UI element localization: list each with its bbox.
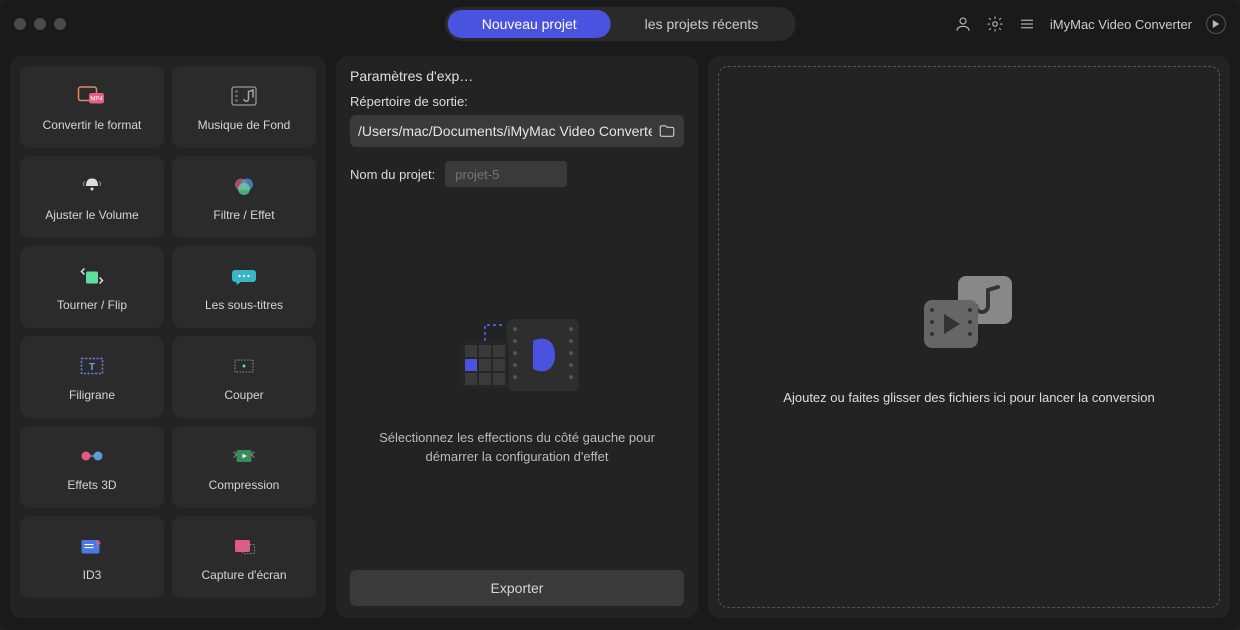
watermark-icon: T bbox=[74, 352, 110, 380]
tile-adjust-volume[interactable]: Ajuster le Volume bbox=[20, 156, 164, 238]
tile-convert-format[interactable]: MP4 Convertir le format bbox=[20, 66, 164, 148]
tile-compression[interactable]: Compression bbox=[172, 426, 316, 508]
window-controls bbox=[14, 18, 66, 30]
tile-label: Compression bbox=[209, 478, 280, 492]
menu-icon[interactable] bbox=[1018, 15, 1036, 33]
top-tabs: Nouveau projet les projets récents bbox=[445, 7, 796, 41]
compression-icon bbox=[226, 442, 262, 470]
preview-illustration-icon bbox=[437, 301, 597, 411]
export-button[interactable]: Exporter bbox=[350, 570, 684, 606]
preview-text: Sélectionnez les effections du côté gauc… bbox=[377, 429, 657, 465]
minimize-window-icon[interactable] bbox=[34, 18, 46, 30]
tile-label: ID3 bbox=[83, 568, 102, 582]
app-window: Nouveau projet les projets récents iMyMa… bbox=[0, 0, 1240, 630]
tile-label: Effets 3D bbox=[67, 478, 116, 492]
output-dir-value: /Users/mac/Documents/iMyMac Video Conver… bbox=[358, 123, 652, 139]
music-icon bbox=[226, 82, 262, 110]
tile-filter-effect[interactable]: Filtre / Effet bbox=[172, 156, 316, 238]
rotate-icon bbox=[74, 262, 110, 290]
file-dropzone[interactable]: Ajoutez ou faites glisser des fichiers i… bbox=[708, 56, 1230, 618]
tile-label: Capture d'écran bbox=[201, 568, 286, 582]
tile-id3[interactable]: ID3 bbox=[20, 516, 164, 598]
tile-background-music[interactable]: Musique de Fond bbox=[172, 66, 316, 148]
tab-recent-projects[interactable]: les projets récents bbox=[611, 10, 793, 38]
svg-text:MP4: MP4 bbox=[90, 97, 103, 103]
glasses-3d-icon bbox=[74, 442, 110, 470]
tile-cut[interactable]: Couper bbox=[172, 336, 316, 418]
subtitles-icon bbox=[226, 262, 262, 290]
play-icon[interactable] bbox=[1206, 14, 1226, 34]
effects-grid: MP4 Convertir le format Musique de Fond … bbox=[20, 66, 316, 598]
tile-label: Filtre / Effet bbox=[213, 208, 274, 222]
zoom-window-icon[interactable] bbox=[54, 18, 66, 30]
main-content: MP4 Convertir le format Musique de Fond … bbox=[0, 48, 1240, 630]
tile-rotate-flip[interactable]: Tourner / Flip bbox=[20, 246, 164, 328]
gear-icon[interactable] bbox=[986, 15, 1004, 33]
tile-label: Couper bbox=[224, 388, 263, 402]
account-icon[interactable] bbox=[954, 15, 972, 33]
effects-sidebar: MP4 Convertir le format Musique de Fond … bbox=[10, 56, 326, 618]
svg-text:T: T bbox=[89, 361, 96, 373]
project-name-input[interactable] bbox=[445, 161, 567, 187]
volume-bell-icon bbox=[74, 172, 110, 200]
tile-label: Ajuster le Volume bbox=[45, 208, 138, 222]
tile-subtitles[interactable]: Les sous-titres bbox=[172, 246, 316, 328]
filter-icon bbox=[226, 172, 262, 200]
dropzone-text: Ajoutez ou faites glisser des fichiers i… bbox=[783, 390, 1154, 405]
close-window-icon[interactable] bbox=[14, 18, 26, 30]
export-settings-panel: Paramètres d'exp… Répertoire de sortie: … bbox=[336, 56, 698, 618]
folder-open-icon[interactable] bbox=[658, 122, 676, 140]
tile-watermark[interactable]: T Filigrane bbox=[20, 336, 164, 418]
output-dir-label: Répertoire de sortie: bbox=[350, 94, 684, 109]
tile-label: Tourner / Flip bbox=[57, 298, 127, 312]
tile-screenshot[interactable]: Capture d'écran bbox=[172, 516, 316, 598]
effect-preview-area: Sélectionnez les effections du côté gauc… bbox=[350, 197, 684, 570]
panel-title: Paramètres d'exp… bbox=[350, 68, 684, 84]
project-name-label: Nom du projet: bbox=[350, 167, 435, 182]
tab-new-project[interactable]: Nouveau projet bbox=[448, 10, 611, 38]
top-right-controls: iMyMac Video Converter bbox=[954, 14, 1226, 34]
project-name-row: Nom du projet: bbox=[350, 161, 684, 187]
dropzone-illustration-icon bbox=[914, 270, 1024, 360]
app-title: iMyMac Video Converter bbox=[1050, 17, 1192, 32]
output-dir-field[interactable]: /Users/mac/Documents/iMyMac Video Conver… bbox=[350, 115, 684, 147]
tile-label: Musique de Fond bbox=[198, 118, 291, 132]
titlebar: Nouveau projet les projets récents iMyMa… bbox=[0, 0, 1240, 48]
cut-icon bbox=[226, 352, 262, 380]
tile-3d-effects[interactable]: Effets 3D bbox=[20, 426, 164, 508]
tile-label: Convertir le format bbox=[43, 118, 142, 132]
tile-label: Filigrane bbox=[69, 388, 115, 402]
convert-format-icon: MP4 bbox=[74, 82, 110, 110]
screenshot-icon bbox=[226, 532, 262, 560]
id3-icon bbox=[74, 532, 110, 560]
tile-label: Les sous-titres bbox=[205, 298, 283, 312]
